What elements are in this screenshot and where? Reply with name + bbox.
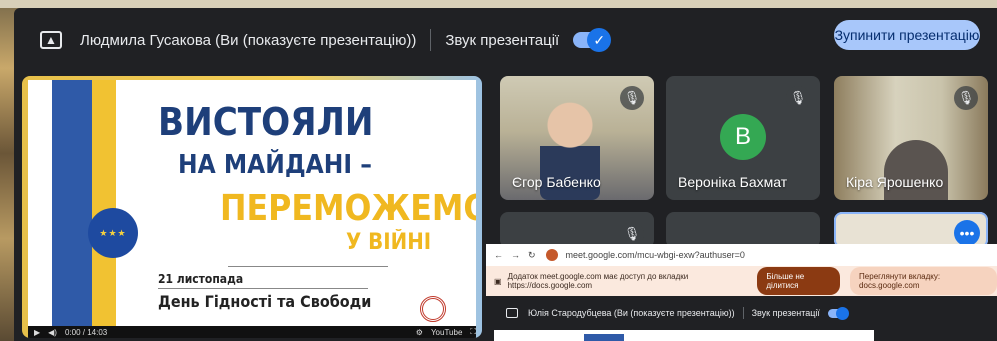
avatar: В bbox=[720, 114, 766, 160]
participant-tile-self[interactable]: ••• bbox=[834, 212, 988, 248]
participant-tile[interactable]: В 🎙 Вероніка Бахмат bbox=[666, 76, 820, 200]
overlay-presentation-bar: Юлія Стародубцева (Ви (показуєте презент… bbox=[486, 302, 997, 324]
participant-video bbox=[884, 140, 948, 200]
sound-label: Звук презентації bbox=[445, 31, 560, 49]
flag-ribbon-yellow bbox=[92, 80, 116, 326]
forward-icon[interactable]: → bbox=[511, 250, 520, 260]
youtube-logo[interactable]: YouTube bbox=[431, 328, 462, 337]
more-options-icon[interactable]: ••• bbox=[954, 220, 980, 246]
slide-holiday: День Гідності та Свободи bbox=[158, 292, 372, 311]
stop-presenting-button[interactable]: Зупинити презентацію bbox=[834, 20, 980, 50]
overlay-presenter-label: Юлія Стародубцева (Ви (показуєте презент… bbox=[528, 308, 735, 318]
check-icon: ✓ bbox=[587, 28, 612, 52]
back-icon[interactable]: ← bbox=[494, 250, 503, 260]
settings-icon[interactable]: ⚙ bbox=[416, 328, 423, 337]
tab-sharing-notice: ▣ Додаток meet.google.com має доступ до … bbox=[486, 266, 997, 296]
divider bbox=[430, 29, 432, 51]
fullscreen-icon[interactable]: ⛶ bbox=[470, 327, 476, 337]
switch-tab-button[interactable]: Переглянути вкладку: docs.google.com bbox=[850, 267, 997, 295]
presenter-label: Людмила Гусакова (Ви (показуєте презента… bbox=[80, 31, 417, 49]
participant-name: Єгор Бабенко bbox=[512, 174, 601, 190]
mic-off-icon: 🎙 bbox=[786, 86, 810, 110]
slide-title-line4: У ВІЙНІ bbox=[346, 230, 432, 255]
overlay-sound-label: Звук презентації bbox=[751, 308, 820, 318]
slide-title-line2: НА МАЙДАНІ – bbox=[178, 150, 372, 180]
flag-ribbon-blue bbox=[52, 80, 92, 326]
mic-off-icon: 🎙 bbox=[620, 222, 644, 246]
slide-content: ★★★ ВИСТОЯЛИ НА МАЙДАНІ – ПЕРЕМОЖЕМО У В… bbox=[28, 80, 476, 326]
overlay-sound-toggle[interactable] bbox=[827, 306, 849, 320]
overlay-slide-preview bbox=[494, 330, 874, 341]
url-text[interactable]: meet.google.com/mcu-wbgi-exw?authuser=0 bbox=[566, 250, 745, 260]
present-screen-icon bbox=[506, 308, 518, 318]
mic-off-icon: 🎙 bbox=[954, 86, 978, 110]
video-player-bar[interactable]: ▶ ◀) 0:00 / 14:03 ⚙ YouTube ⛶ bbox=[28, 326, 476, 338]
mic-off-icon: 🎙 bbox=[620, 86, 644, 110]
slide-title-line3: ПЕРЕМОЖЕМО bbox=[220, 188, 476, 229]
notice-text: Додаток meet.google.com має доступ до вк… bbox=[507, 272, 689, 290]
overlay-slide-flag bbox=[584, 334, 624, 341]
browser-url-bar[interactable]: ← → ↻ meet.google.com/mcu-wbgi-exw?authu… bbox=[486, 244, 997, 266]
slide-date: 21 листопада bbox=[158, 272, 244, 286]
reload-icon[interactable]: ↻ bbox=[528, 250, 536, 261]
stop-sharing-button[interactable]: Більше не ділитися bbox=[757, 267, 841, 295]
participant-tile[interactable]: 🎙 bbox=[500, 212, 654, 248]
slide-title-line1: ВИСТОЯЛИ bbox=[158, 100, 374, 144]
volume-icon[interactable]: ◀) bbox=[48, 328, 57, 337]
present-screen-icon: ▲ bbox=[40, 31, 62, 49]
slide-rule bbox=[158, 288, 368, 289]
background-photo-top bbox=[0, 0, 997, 8]
participant-name: Кіра Ярошенко bbox=[846, 174, 944, 190]
participant-tile[interactable]: 🎙 Кіра Ярошенко bbox=[834, 76, 988, 200]
meet-favicon bbox=[545, 249, 558, 261]
slide-rule bbox=[228, 266, 388, 267]
eu-stars-icon: ★★★ bbox=[88, 208, 138, 258]
share-icon: ▣ bbox=[494, 276, 502, 286]
player-time: 0:00 / 14:03 bbox=[64, 327, 108, 337]
sound-toggle[interactable]: ✓ bbox=[573, 28, 612, 52]
presentation-bar: ▲ Людмила Гусакова (Ви (показуєте презен… bbox=[14, 16, 997, 64]
participant-name: Вероніка Бахмат bbox=[678, 174, 788, 190]
participant-tile[interactable] bbox=[666, 212, 820, 248]
divider bbox=[742, 307, 744, 319]
play-icon[interactable]: ▶ bbox=[34, 328, 40, 337]
overlay-screenshot: ← → ↻ meet.google.com/mcu-wbgi-exw?authu… bbox=[486, 244, 997, 341]
presentation-tile[interactable]: ★★★ ВИСТОЯЛИ НА МАЙДАНІ – ПЕРЕМОЖЕМО У В… bbox=[22, 76, 482, 338]
museum-logo bbox=[420, 296, 446, 322]
participant-tile[interactable]: 🎙 Єгор Бабенко bbox=[500, 76, 654, 200]
